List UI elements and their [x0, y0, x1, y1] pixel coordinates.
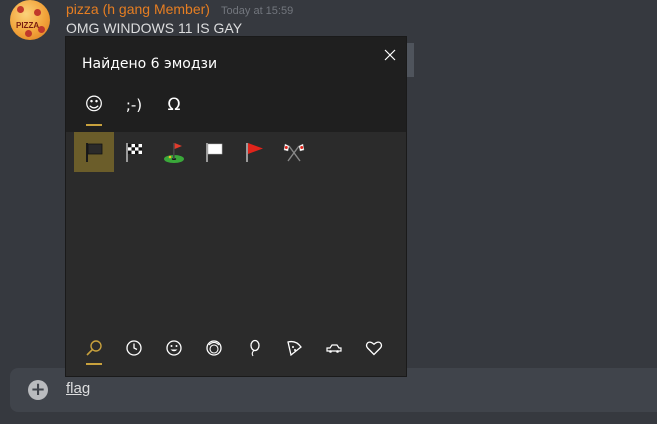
search-icon	[86, 340, 102, 356]
close-icon	[384, 49, 396, 61]
avatar-text: PIZZA	[16, 21, 40, 30]
message-hover-toolbar	[406, 43, 414, 77]
message-text: OMG WINDOWS 11 IS GAY	[66, 20, 243, 36]
chequered-flag-icon	[126, 143, 142, 162]
emoji-crossed-flags[interactable]	[274, 132, 314, 172]
picker-tabs: ☺ ;-) Ω	[66, 93, 406, 132]
white-flag-icon	[206, 143, 223, 162]
results-title: Найдено 6 эмодзи	[82, 56, 218, 72]
emoji-flag-in-hole[interactable]	[154, 132, 194, 172]
category-celebration[interactable]	[234, 328, 274, 368]
category-search[interactable]	[74, 328, 114, 368]
emoji-picker-header: Найдено 6 эмодзи ☺ ;-) Ω	[66, 37, 406, 132]
triangular-flag-icon	[246, 143, 263, 162]
category-smileys[interactable]	[154, 328, 194, 368]
category-bar	[66, 328, 406, 368]
pepperoni-dot	[34, 9, 41, 16]
category-food[interactable]	[274, 328, 314, 368]
timestamp: Today at 15:59	[221, 5, 294, 17]
pizza-icon	[287, 340, 302, 357]
black-flag-icon	[86, 143, 103, 162]
category-recent[interactable]	[114, 328, 154, 368]
pepperoni-dot	[25, 30, 32, 37]
message-header: pizza (h gang Member) Today at 15:59	[66, 0, 293, 18]
category-people[interactable]	[194, 328, 234, 368]
smiley-icon	[166, 340, 182, 356]
crossed-flags-icon	[283, 143, 305, 162]
message-input[interactable]: flag	[66, 380, 90, 397]
pepperoni-dot	[17, 6, 24, 13]
tab-emoji[interactable]: ☺	[74, 93, 114, 129]
golf-flag-icon	[164, 143, 184, 163]
emoji-triangular-flag[interactable]	[234, 132, 274, 172]
add-attachment-button[interactable]: +	[28, 380, 48, 400]
emoji-picker-panel: Найдено 6 эмодзи ☺ ;-) Ω	[66, 37, 406, 376]
emoji-results-grid	[74, 132, 404, 172]
balloon-icon	[250, 339, 260, 357]
category-symbols[interactable]	[354, 328, 394, 368]
category-travel[interactable]	[314, 328, 354, 368]
omega-tab-icon: Ω	[167, 95, 181, 115]
smiley-tab-icon: ☺	[84, 94, 104, 115]
people-icon	[206, 340, 222, 356]
active-category-indicator	[86, 363, 102, 365]
emoji-chequered-flag[interactable]	[114, 132, 154, 172]
close-button[interactable]	[378, 43, 402, 67]
car-icon	[326, 344, 342, 353]
kaomoji-tab-label: ;-)	[125, 96, 143, 114]
avatar[interactable]: PIZZA	[10, 0, 50, 40]
active-tab-indicator	[86, 124, 102, 126]
heart-icon	[365, 341, 383, 356]
emoji-white-flag[interactable]	[194, 132, 234, 172]
emoji-black-flag[interactable]	[74, 132, 114, 172]
clock-icon	[126, 340, 142, 356]
tab-symbols[interactable]: Ω	[154, 93, 194, 129]
username[interactable]: pizza (h gang Member)	[66, 1, 210, 17]
tab-kaomoji[interactable]: ;-)	[114, 93, 154, 129]
